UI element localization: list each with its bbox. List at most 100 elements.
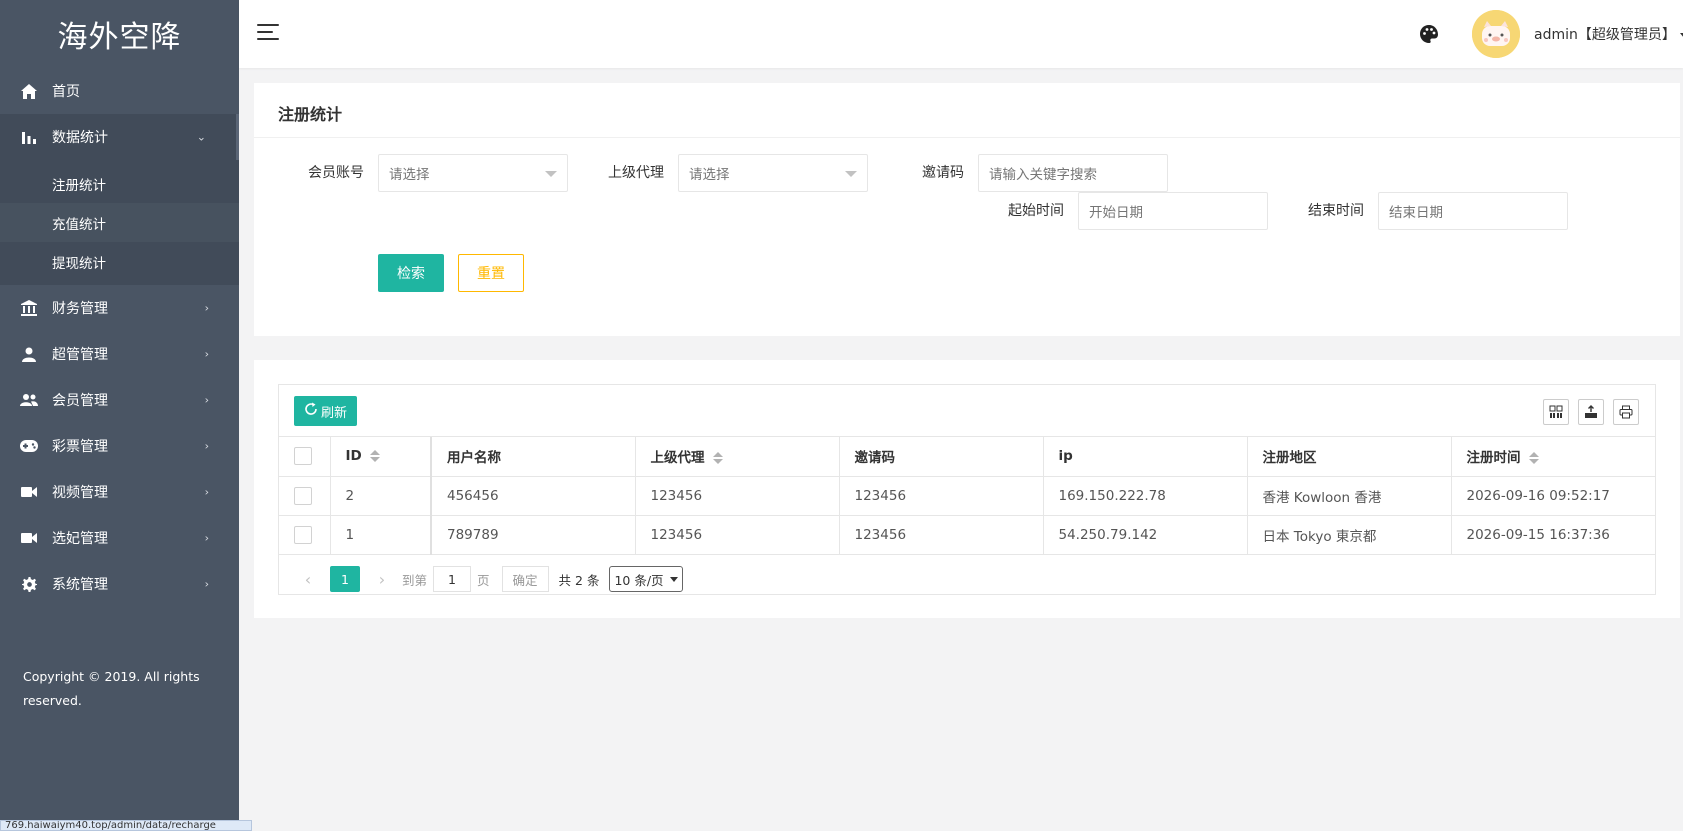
cell-region: 香港 Kowloon 香港 (1247, 476, 1452, 516)
sidebar-item-label: 首页 (52, 84, 80, 100)
column-header-region: 注册地区 (1247, 437, 1452, 477)
cell-time: 2026-09-15 16:37:36 (1451, 515, 1655, 555)
cell-username: 789789 (431, 515, 636, 555)
prev-page-icon[interactable]: ‹ (294, 570, 322, 589)
row-checkbox[interactable] (294, 486, 312, 505)
search-button[interactable]: 检索 (378, 254, 444, 292)
sidebar-item-label: 视频管理 (52, 485, 108, 501)
top-bar: admin【超级管理员】 (239, 0, 1683, 68)
member-select[interactable]: 请选择 (378, 154, 568, 192)
sidebar-submenu-stats: 注册统计 充值统计 提现统计 (0, 160, 239, 285)
agent-select-placeholder: 请选择 (689, 167, 730, 183)
sidebar-item-lottery[interactable]: 彩票管理 › (0, 423, 239, 469)
data-table-container: 刷新 ID 用户名称 上级代理 邀请码 ip 注册地区 注册时间 2 45645… (278, 384, 1656, 595)
column-header-label: 注册时间 (1466, 450, 1521, 467)
cell-agent: 123456 (635, 476, 840, 516)
column-header-label: 上级代理 (650, 450, 705, 467)
chevron-down-icon: ⌄ (196, 130, 206, 144)
refresh-button[interactable]: 刷新 (294, 396, 358, 426)
end-date-input[interactable]: 结束日期 (1378, 192, 1568, 230)
menu-toggle-icon[interactable] (257, 24, 279, 42)
page-title: 注册统计 (278, 105, 343, 124)
sidebar-item-selection[interactable]: 选妃管理 › (0, 515, 239, 561)
column-header-invite: 邀请码 (839, 437, 1044, 477)
cell-ip: 169.150.222.78 (1043, 476, 1248, 516)
cell-ip: 54.250.79.142 (1043, 515, 1248, 555)
page-size-value: 10 条/页 (614, 572, 664, 588)
cell-agent: 123456 (635, 515, 840, 555)
divider (254, 137, 1680, 138)
column-header-ip: ip (1043, 437, 1248, 477)
column-header-id[interactable]: ID (330, 437, 432, 477)
sort-icon[interactable] (1528, 452, 1539, 465)
row-checkbox[interactable] (294, 525, 312, 544)
sidebar-item-label: 超管管理 (52, 347, 108, 363)
chevron-right-icon: › (204, 393, 209, 407)
next-page-icon[interactable]: › (368, 570, 396, 589)
column-header-label: 邀请码 (854, 450, 896, 467)
export-icon[interactable] (1578, 399, 1604, 425)
sidebar-subitem-register-stats[interactable]: 注册统计 (0, 164, 239, 203)
sidebar-item-system[interactable]: 系统管理 › (0, 561, 239, 607)
goto-confirm-button[interactable]: 确定 (501, 566, 549, 592)
start-date-placeholder: 开始日期 (1089, 205, 1143, 221)
agent-select[interactable]: 请选择 (678, 154, 868, 192)
pagination: ‹ 1 › 到第 1 页 确定 共 2 条 10 条/页 (294, 566, 683, 592)
home-icon (20, 82, 38, 100)
table-row: 1 789789 123456 123456 54.250.79.142 日本 … (279, 515, 1655, 555)
column-header-username: 用户名称 (431, 437, 636, 477)
select-all-checkbox[interactable] (294, 447, 312, 466)
sidebar-item-stats[interactable]: 数据统计 ⌄ (0, 114, 239, 160)
sidebar-item-video[interactable]: 视频管理 › (0, 469, 239, 515)
sidebar-item-label: 选妃管理 (52, 531, 108, 547)
status-url-tooltip: 769.haiwaiym40.top/admin/data/recharge (0, 820, 252, 831)
cell-invite: 123456 (839, 476, 1044, 516)
column-header-label: 用户名称 (447, 450, 501, 467)
page-unit-label: 页 (477, 572, 490, 588)
cell-invite: 123456 (839, 515, 1044, 555)
row-select-cell (279, 476, 331, 516)
invite-label: 邀请码 (922, 165, 964, 181)
cell-id: 1 (330, 515, 432, 555)
video-icon (20, 529, 38, 547)
palette-icon[interactable] (1419, 24, 1439, 44)
caret-down-icon (845, 171, 857, 177)
page-size-select[interactable]: 10 条/页 (609, 566, 683, 592)
copyright: Copyright © 2019. All rights reserved. (23, 669, 200, 708)
print-icon[interactable] (1613, 399, 1639, 425)
columns-filter-icon[interactable] (1543, 399, 1569, 425)
sidebar-subitem-recharge-stats[interactable]: 充值统计 (0, 203, 239, 242)
sidebar-item-finance[interactable]: 财务管理 › (0, 285, 239, 331)
chevron-right-icon: › (204, 347, 209, 361)
sidebar-item-label: 彩票管理 (52, 439, 108, 455)
sort-icon[interactable] (712, 452, 723, 465)
table-toolbar: 刷新 (279, 385, 1655, 437)
sidebar: 海外空降 首页 数据统计 ⌄ 注册统计 充值统计 提现统计 财务管理 › 超管管… (0, 0, 239, 831)
column-header-time[interactable]: 注册时间 (1451, 437, 1655, 477)
sidebar-item-home[interactable]: 首页 (0, 68, 239, 114)
column-header-label: ip (1058, 448, 1073, 465)
caret-down-icon (669, 576, 678, 582)
user-menu[interactable]: admin【超级管理员】 (1534, 24, 1683, 44)
chevron-right-icon: › (204, 531, 209, 545)
sort-icon[interactable] (369, 450, 380, 463)
table-row: 2 456456 123456 123456 169.150.222.78 香港… (279, 476, 1655, 516)
reset-button[interactable]: 重置 (458, 254, 524, 292)
sidebar-item-label: 会员管理 (52, 393, 108, 409)
page-number-input[interactable]: 1 (433, 566, 472, 592)
app-logo: 海外空降 (57, 20, 182, 55)
chevron-right-icon: › (204, 577, 209, 591)
row-select-cell (279, 515, 331, 555)
invite-input[interactable]: 请输入关键字搜索 (978, 154, 1168, 192)
sidebar-subitem-withdraw-stats[interactable]: 提现统计 (0, 242, 239, 281)
chevron-right-icon: › (204, 439, 209, 453)
avatar[interactable] (1472, 10, 1520, 58)
gear-icon (20, 575, 38, 593)
start-date-input[interactable]: 开始日期 (1078, 192, 1268, 230)
sidebar-item-members[interactable]: 会员管理 › (0, 377, 239, 423)
sidebar-item-label: 财务管理 (52, 301, 108, 317)
sidebar-item-admin[interactable]: 超管管理 › (0, 331, 239, 377)
chevron-right-icon: › (204, 485, 209, 499)
current-page-button[interactable]: 1 (330, 566, 360, 592)
column-header-agent[interactable]: 上级代理 (635, 437, 840, 477)
